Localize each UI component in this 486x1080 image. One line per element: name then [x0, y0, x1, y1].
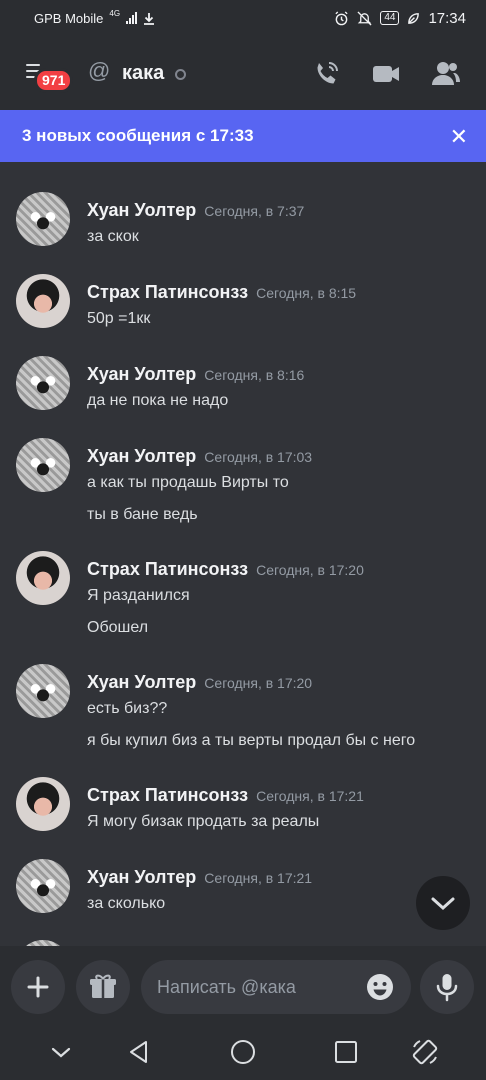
message-author[interactable]: Страх Патинсонзз Сегодня, в 17:21	[87, 785, 364, 806]
message-list[interactable]: Хуан Уолтер Сегодня, в 7:37 за скок Страх…	[0, 162, 486, 948]
author-name: Страх Патинсонзз	[87, 559, 249, 579]
message-timestamp: Сегодня, в 17:20	[256, 562, 364, 578]
message-timestamp: Сегодня, в 17:03	[204, 449, 313, 465]
voice-message-button[interactable]	[420, 960, 474, 1014]
battery-level: 44	[380, 11, 400, 25]
chevron-down-icon[interactable]	[47, 1038, 75, 1066]
message-text: за сколько	[87, 895, 166, 912]
avatar[interactable]	[16, 356, 70, 410]
members-icon[interactable]	[430, 58, 462, 90]
avatar[interactable]	[16, 274, 70, 328]
network-type-label: 4G	[109, 9, 121, 18]
avatar[interactable]	[16, 192, 70, 246]
message-author[interactable]: Страх Патинсонзз Сегодня, в 17:20	[87, 559, 364, 580]
avatar[interactable]	[16, 859, 70, 913]
at-icon: @	[88, 58, 111, 83]
plus-icon	[27, 976, 49, 998]
message-text: ты в бане ведь	[87, 506, 198, 523]
close-icon[interactable]: ✕	[450, 124, 468, 150]
message-timestamp: Сегодня, в 17:21	[204, 870, 313, 886]
channel-header: 971 @ кака	[0, 36, 486, 110]
system-navigation-bar	[0, 1026, 486, 1080]
message-text: да не пока не надо	[87, 392, 229, 409]
message-author[interactable]: Хуан Уолтер Сегодня, в 17:03	[87, 446, 312, 467]
author-name: Страх Патинсонзз	[87, 785, 249, 805]
message-text: Я могу бизак продать за реалы	[87, 813, 320, 830]
message-input[interactable]	[157, 960, 347, 1014]
avatar[interactable]	[16, 551, 70, 605]
gift-icon	[90, 974, 116, 998]
attach-button[interactable]	[11, 960, 65, 1014]
author-name: Хуан Уолтер	[87, 867, 197, 887]
message-author[interactable]: Страх Патинсонзз Сегодня, в 8:15	[87, 282, 356, 303]
message-text: есть биз??	[87, 700, 168, 717]
menu-button[interactable]: 971	[22, 58, 74, 93]
message-timestamp: Сегодня, в 17:20	[204, 675, 313, 691]
unread-badge: 971	[34, 68, 74, 93]
message-timestamp: Сегодня, в 17:21	[256, 788, 364, 804]
gift-button[interactable]	[76, 960, 130, 1014]
message-timestamp: Сегодня, в 7:37	[204, 203, 305, 219]
new-messages-text: 3 новых сообщения с 17:33	[22, 126, 254, 145]
message-author[interactable]: Хуан Уолтер Сегодня, в 17:21	[87, 867, 312, 888]
clock: 17:34	[428, 9, 466, 27]
message-text: 50р =1кк	[87, 310, 151, 327]
avatar[interactable]	[16, 664, 70, 718]
home-icon[interactable]	[229, 1038, 257, 1066]
message-author[interactable]: Хуан Уолтер Сегодня, в 8:16	[87, 364, 304, 385]
download-icon	[144, 12, 155, 25]
recents-icon[interactable]	[332, 1038, 360, 1066]
author-name: Хуан Уолтер	[87, 364, 197, 384]
avatar[interactable]	[16, 438, 70, 492]
chevron-down-icon	[431, 897, 455, 911]
author-name: Хуан Уолтер	[87, 446, 197, 466]
message-text: Обошел	[87, 619, 149, 636]
message-timestamp: Сегодня, в 8:15	[256, 285, 357, 301]
author-name: Хуан Уолтер	[87, 672, 197, 692]
call-icon[interactable]	[310, 58, 342, 90]
message-text: за скок	[87, 228, 139, 245]
avatar[interactable]	[16, 777, 70, 831]
status-bar: GPB Mobile 4G 44 17:34	[0, 0, 486, 36]
channel-name[interactable]: кака	[122, 62, 164, 85]
author-name: Хуан Уолтер	[87, 200, 197, 220]
scroll-to-bottom-button[interactable]	[416, 876, 470, 930]
offline-status-icon	[175, 69, 186, 80]
message-author[interactable]: Хуан Уолтер Сегодня, в 17:20	[87, 672, 312, 693]
message-text: а как ты продашь Вирты то	[87, 474, 289, 491]
rotate-icon[interactable]	[411, 1038, 439, 1066]
carrier-label: GPB Mobile	[34, 10, 104, 26]
author-name: Страх Патинсонзз	[87, 282, 249, 302]
message-composer	[0, 946, 486, 1026]
message-input-box	[141, 960, 411, 1014]
message-text: я бы купил биз а ты верты продал бы с не…	[87, 732, 416, 749]
alarm-icon	[335, 10, 348, 25]
message-author[interactable]: Хуан Уолтер Сегодня, в 7:37	[87, 200, 304, 221]
new-messages-banner[interactable]: 3 новых сообщения с 17:33 ✕	[0, 110, 486, 162]
emoji-icon[interactable]	[365, 972, 395, 1002]
message-text: Я разданился	[87, 587, 190, 604]
muted-bell-icon	[357, 10, 372, 26]
message-timestamp: Сегодня, в 8:16	[204, 367, 305, 383]
microphone-icon	[436, 974, 458, 1002]
back-icon[interactable]	[125, 1038, 153, 1066]
video-icon[interactable]	[370, 58, 402, 90]
leaf-icon	[408, 12, 420, 24]
signal-icon	[126, 12, 138, 24]
